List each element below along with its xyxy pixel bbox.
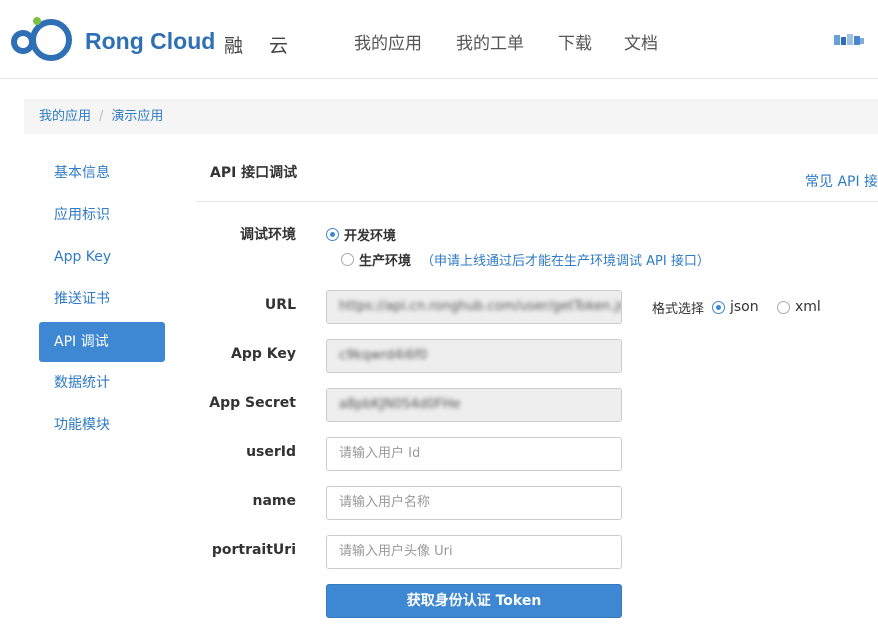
faq-link[interactable]: 常见 API 接 bbox=[805, 171, 878, 191]
env-dev-radio[interactable]: 开发环境 bbox=[326, 225, 396, 244]
name-input[interactable]: 请输入用户名称 bbox=[326, 486, 622, 520]
app-secret-label: App Secret bbox=[209, 395, 296, 411]
user-id-input[interactable]: 请输入用户 Id bbox=[326, 437, 622, 471]
portrait-uri-label: portraitUri bbox=[211, 542, 296, 558]
logo-chinese-text: 融 云 bbox=[224, 35, 299, 57]
app-key-field[interactable]: c9kqwrd4i6f0 bbox=[326, 339, 622, 373]
url-value: https://api.cn.ronghub.com/user/getToken… bbox=[339, 299, 622, 314]
app-secret-field[interactable]: a8pbKJN0S4d0FHe bbox=[326, 388, 622, 422]
name-label: name bbox=[252, 493, 297, 509]
sidebar-item-basic-info[interactable]: 基本信息 bbox=[39, 153, 165, 193]
format-xml-radio[interactable]: xml bbox=[777, 299, 821, 315]
app-key-label: App Key bbox=[231, 346, 296, 362]
url-label: URL bbox=[264, 297, 296, 313]
env-label: 调试环境 bbox=[240, 227, 296, 243]
breadcrumb-demo-app[interactable]: 演示应用 bbox=[111, 109, 163, 124]
breadcrumb: 我的应用 / 演示应用 bbox=[24, 99, 878, 134]
sidebar-item-statistics[interactable]: 数据统计 bbox=[39, 363, 165, 403]
page-title: API 接口调试 bbox=[210, 165, 298, 181]
format-label: 格式选择 bbox=[652, 302, 705, 317]
url-field[interactable]: https://api.cn.ronghub.com/user/getToken… bbox=[326, 290, 622, 324]
breadcrumb-separator: / bbox=[99, 109, 104, 124]
get-token-button[interactable]: 获取身份认证 Token bbox=[326, 584, 622, 618]
user-avatar-icon[interactable] bbox=[834, 33, 864, 47]
nav-my-apps[interactable]: 我的应用 bbox=[354, 29, 422, 54]
sidebar-item-api-debug[interactable]: API 调试 bbox=[39, 322, 165, 362]
rongcloud-logo-icon[interactable] bbox=[9, 16, 77, 62]
radio-unchecked-icon[interactable] bbox=[777, 300, 790, 314]
sidebar-item-app-key[interactable]: App Key bbox=[39, 237, 165, 277]
env-dev-label: 开发环境 bbox=[344, 229, 397, 244]
radio-checked-icon[interactable] bbox=[712, 300, 725, 314]
env-prod-hint: （申请上线通过后才能在生产环境调试 API 接口） bbox=[421, 254, 710, 269]
top-header: Rong Cloud 融 云 我的应用 我的工单 下载 文档 bbox=[0, 0, 878, 79]
sidebar-item-push-cert[interactable]: 推送证书 bbox=[39, 279, 165, 319]
format-json-radio[interactable]: json bbox=[712, 299, 759, 315]
nav-download[interactable]: 下载 bbox=[558, 29, 592, 54]
portrait-uri-input[interactable]: 请输入用户头像 Uri bbox=[326, 535, 622, 569]
app-secret-value: a8pbKJN0S4d0FHe bbox=[339, 397, 461, 412]
nav-docs[interactable]: 文档 bbox=[624, 29, 658, 54]
radio-checked-icon[interactable] bbox=[326, 228, 339, 241]
sidebar-item-app-identity[interactable]: 应用标识 bbox=[39, 195, 165, 235]
logo-text[interactable]: Rong Cloud bbox=[85, 28, 215, 55]
user-id-label: userId bbox=[246, 444, 296, 460]
env-prod-radio[interactable]: 生产环境 （申请上线通过后才能在生产环境调试 API 接口） bbox=[341, 250, 710, 269]
env-prod-label: 生产环境 bbox=[359, 254, 412, 269]
format-xml-label: xml bbox=[795, 299, 821, 315]
app-key-value: c9kqwrd4i6f0 bbox=[339, 348, 428, 363]
breadcrumb-my-apps[interactable]: 我的应用 bbox=[39, 109, 91, 124]
radio-unchecked-icon[interactable] bbox=[341, 253, 354, 266]
nav-my-tickets[interactable]: 我的工单 bbox=[456, 29, 524, 54]
format-json-label: json bbox=[730, 299, 759, 315]
sidebar-item-modules[interactable]: 功能模块 bbox=[39, 405, 165, 445]
divider bbox=[196, 201, 878, 202]
